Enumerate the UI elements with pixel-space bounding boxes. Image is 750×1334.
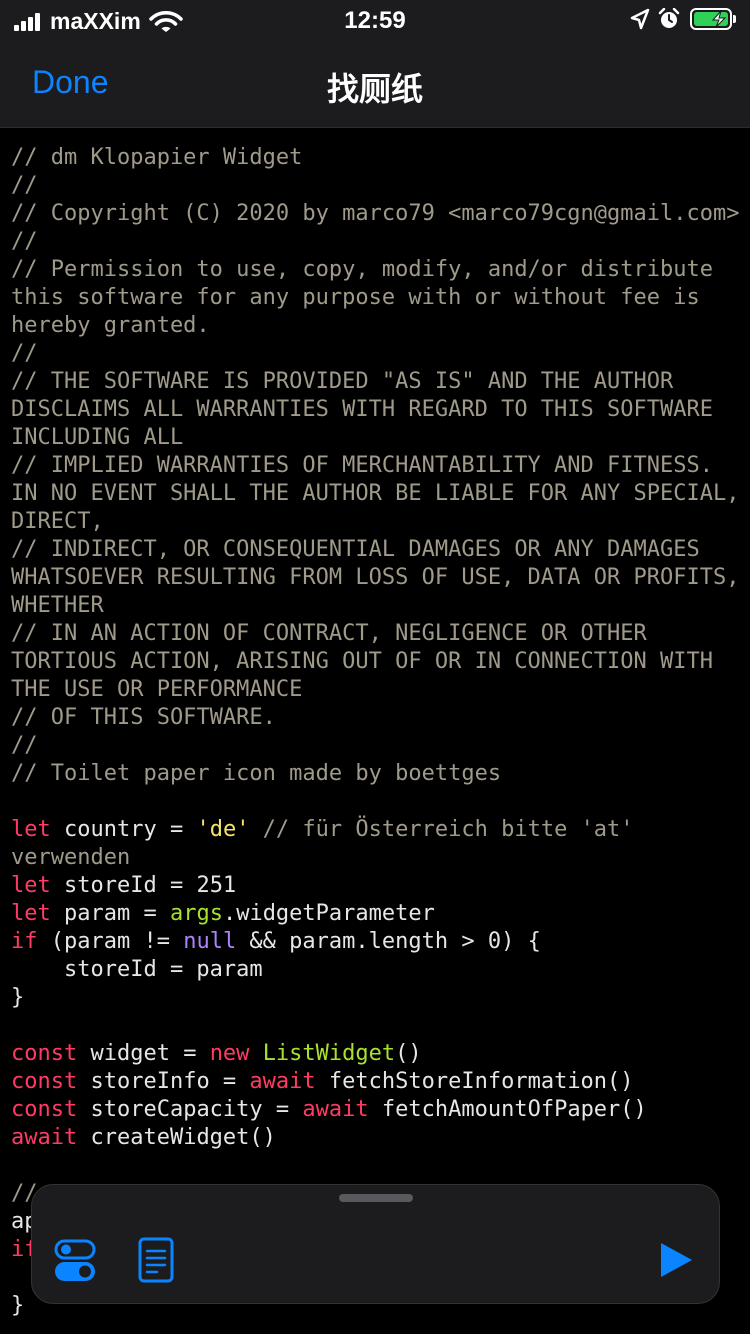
code-line[interactable]: storeId = param	[11, 956, 741, 984]
code-token: // IMPLIED WARRANTIES OF MERCHANTABILITY…	[11, 453, 740, 534]
code-token: const	[11, 1041, 78, 1066]
code-token: //	[11, 341, 38, 366]
code-token: let	[11, 873, 51, 898]
code-token: ()	[395, 1041, 422, 1066]
code-line[interactable]	[11, 1152, 741, 1180]
code-token: // THE SOFTWARE IS PROVIDED "AS IS" AND …	[11, 369, 727, 450]
status-right	[622, 8, 736, 30]
code-token: param =	[50, 901, 170, 926]
code-line[interactable]: //	[11, 228, 741, 256]
code-line[interactable]: // Toilet paper icon made by boettges	[11, 760, 741, 788]
code-line[interactable]: // dm Klopapier Widget	[11, 144, 741, 172]
done-button[interactable]: Done	[32, 64, 109, 101]
code-line[interactable]: //	[11, 732, 741, 760]
code-line[interactable]: //	[11, 340, 741, 368]
alarm-icon	[658, 8, 680, 28]
code-line[interactable]	[11, 1012, 741, 1040]
code-text[interactable]: // dm Klopapier Widget // // Copyright (C)…	[11, 144, 741, 1320]
code-token: }	[11, 1293, 25, 1318]
code-line[interactable]: let param = args.widgetParameter	[11, 900, 741, 928]
toggles-icon[interactable]	[54, 1237, 96, 1283]
code-line[interactable]: if (param != null && param.length > 0) {	[11, 928, 741, 956]
document-icon[interactable]	[138, 1237, 174, 1283]
code-token: //	[11, 229, 38, 254]
code-token: // Copyright (C) 2020 by marco79 <marco7…	[11, 201, 740, 226]
code-line[interactable]: // THE SOFTWARE IS PROVIDED "AS IS" AND …	[11, 368, 741, 452]
code-token: storeId = param	[11, 957, 263, 982]
code-line[interactable]: // IMPLIED WARRANTIES OF MERCHANTABILITY…	[11, 452, 741, 536]
code-token: args	[169, 901, 223, 926]
code-token: // dm Klopapier Widget	[11, 145, 303, 170]
page-title: 找厕纸	[326, 70, 423, 108]
code-token: const	[11, 1097, 78, 1122]
code-line[interactable]: // OF THIS SOFTWARE.	[11, 704, 741, 732]
code-token: country =	[50, 817, 197, 842]
code-token: 'de'	[196, 817, 250, 842]
editor-toolbar	[31, 1184, 720, 1304]
code-line[interactable]: const storeCapacity = await fetchAmountO…	[11, 1096, 741, 1124]
code-token: //	[11, 173, 38, 198]
code-token: (param !=	[37, 929, 184, 954]
code-token: storeInfo =	[77, 1069, 250, 1094]
battery-charging-icon	[690, 8, 732, 30]
code-token: // INDIRECT, OR CONSEQUENTIAL DAMAGES OR…	[11, 537, 740, 618]
code-line[interactable]: // Copyright (C) 2020 by marco79 <marco7…	[11, 200, 741, 228]
code-token: }	[11, 985, 25, 1010]
run-icon[interactable]	[658, 1241, 694, 1279]
code-token: // Toilet paper icon made by boettges	[11, 761, 502, 786]
code-line[interactable]: let country = 'de' // für Österreich bit…	[11, 816, 741, 872]
code-token: storeId = 251	[50, 873, 237, 898]
code-line[interactable]: const storeInfo = await fetchStoreInform…	[11, 1068, 741, 1096]
code-token: // IN AN ACTION OF CONTRACT, NEGLIGENCE …	[11, 621, 727, 702]
code-token: null	[183, 929, 237, 954]
code-line[interactable]: // INDIRECT, OR CONSEQUENTIAL DAMAGES OR…	[11, 536, 741, 620]
code-token: if	[11, 929, 38, 954]
code-line[interactable]: }	[11, 984, 741, 1012]
code-token: // Permission to use, copy, modify, and/…	[11, 257, 727, 338]
code-token: await	[249, 1069, 316, 1094]
nav-bar: 找厕纸 Done	[0, 40, 750, 128]
code-token: let	[11, 901, 51, 926]
code-line[interactable]: await createWidget()	[11, 1124, 741, 1152]
code-token: const	[11, 1069, 78, 1094]
code-token: await	[302, 1097, 369, 1122]
code-token: let	[11, 817, 51, 842]
location-icon	[630, 8, 650, 30]
code-token: await	[11, 1125, 78, 1150]
code-token: .widgetParameter	[222, 901, 435, 926]
code-token: storeCapacity =	[77, 1097, 303, 1122]
code-line[interactable]: // IN AN ACTION OF CONTRACT, NEGLIGENCE …	[11, 620, 741, 704]
code-token: fetchAmountOfPaper()	[368, 1097, 647, 1122]
code-token: widget =	[77, 1041, 210, 1066]
code-token: fetchStoreInformation()	[315, 1069, 634, 1094]
code-line[interactable]: // Permission to use, copy, modify, and/…	[11, 256, 741, 340]
code-token: ListWidget	[262, 1041, 396, 1066]
code-line[interactable]: //	[11, 172, 741, 200]
code-line[interactable]: const widget = new ListWidget()	[11, 1040, 741, 1068]
code-token: && param.length > 0) {	[236, 929, 541, 954]
code-editor[interactable]: // dm Klopapier Widget // // Copyright (C)…	[0, 128, 750, 1334]
code-token: // OF THIS SOFTWARE.	[11, 705, 276, 730]
code-line[interactable]	[11, 788, 741, 816]
code-token: new	[209, 1041, 250, 1066]
code-line[interactable]: let storeId = 251	[11, 872, 741, 900]
code-token: createWidget()	[77, 1125, 276, 1150]
status-bar: maXXim 12:59	[0, 0, 750, 40]
toolbar-grabber-handle[interactable]	[339, 1194, 413, 1202]
code-token: //	[11, 733, 38, 758]
